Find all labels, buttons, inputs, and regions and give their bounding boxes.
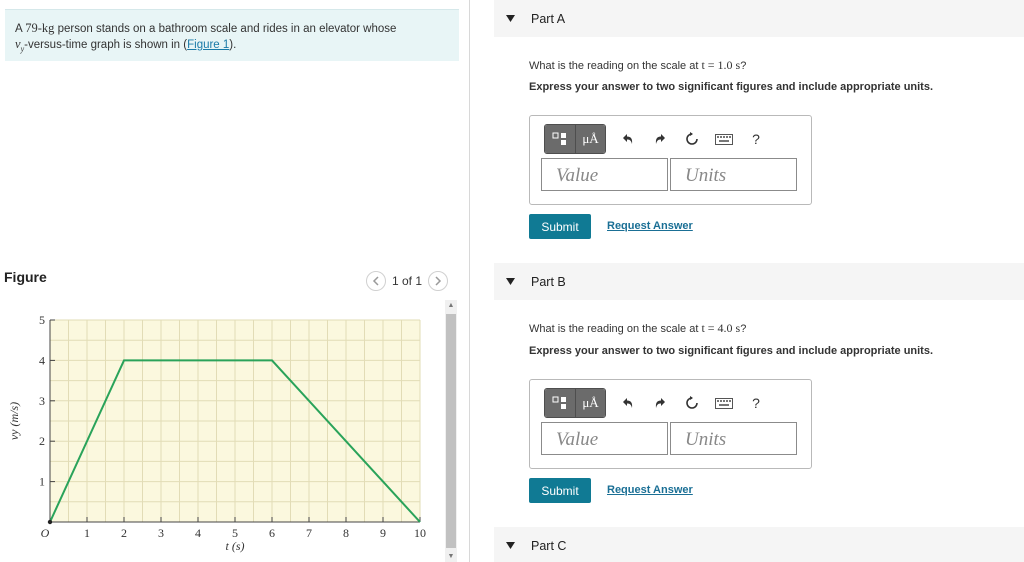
x-tick-label: 10	[414, 526, 426, 540]
part-a-title: Part A	[531, 11, 566, 26]
part-b-units-input[interactable]: Units	[670, 422, 797, 455]
y-tick-label: 3	[39, 394, 45, 408]
units-icon[interactable]: μÅ	[575, 389, 605, 417]
y-tick-label: 4	[39, 353, 45, 367]
part-a-question: What is the reading on the scale at t = …	[529, 58, 747, 72]
x-tick-label: 4	[195, 526, 201, 540]
y-tick-label: 2	[39, 434, 45, 448]
figure-link[interactable]: Figure 1	[187, 39, 229, 51]
part-b-toolbar: μÅ ?	[544, 388, 772, 418]
part-a-header[interactable]: Part A	[494, 0, 1024, 37]
chevron-left-icon[interactable]	[366, 271, 386, 291]
pager-text: 1 of 1	[392, 274, 423, 288]
grid	[49, 319, 421, 523]
part-b-answer-box: μÅ ? Value Units	[529, 379, 812, 469]
left-pane: A 79-kg person stands on a bathroom scal…	[0, 0, 470, 562]
part-b-header[interactable]: Part B	[494, 263, 1024, 300]
undo-icon[interactable]	[612, 125, 644, 153]
help-icon[interactable]: ?	[740, 125, 772, 153]
part-b-request-answer-link[interactable]: Request Answer	[607, 484, 693, 496]
figure-scrollbar[interactable]: ▲ ▼	[445, 300, 457, 562]
part-b-question: What is the reading on the scale at t = …	[529, 321, 747, 335]
caret-down-icon	[506, 15, 515, 22]
part-a-units-input[interactable]: Units	[670, 158, 797, 191]
part-a-submit-button[interactable]: Submit	[529, 214, 591, 239]
part-a-value-input[interactable]: Value	[541, 158, 668, 191]
redo-icon[interactable]	[644, 389, 676, 417]
x-tick-label: 8	[343, 526, 349, 540]
x-tick-label: 2	[121, 526, 127, 540]
part-a-toolbar: μÅ ?	[544, 124, 772, 154]
x-axis-label: t (s)	[226, 539, 245, 553]
reset-icon[interactable]	[676, 125, 708, 153]
templates-icon[interactable]	[545, 125, 575, 153]
part-b-submit-button[interactable]: Submit	[529, 478, 591, 503]
redo-icon[interactable]	[644, 125, 676, 153]
scroll-down-icon[interactable]: ▼	[445, 553, 457, 560]
help-icon[interactable]: ?	[740, 389, 772, 417]
problem-statement: A 79-kg person stands on a bathroom scal…	[5, 9, 459, 61]
part-c-header[interactable]: Part C	[494, 527, 1024, 562]
keyboard-icon[interactable]	[708, 125, 740, 153]
figure-pager: 1 of 1	[366, 270, 449, 292]
x-tick-label: 9	[380, 526, 386, 540]
mass-value: 79-kg	[25, 21, 55, 35]
x-tick-label: O	[41, 526, 50, 540]
y-axis-label: vy (m/s)	[7, 402, 21, 440]
undo-icon[interactable]	[612, 389, 644, 417]
part-c-title: Part C	[531, 538, 567, 553]
y-tick-label: 1	[39, 475, 45, 489]
caret-down-icon	[506, 542, 515, 549]
scroll-thumb[interactable]	[446, 314, 456, 548]
y-tick-label: 5	[39, 313, 45, 327]
part-b-value-input[interactable]: Value	[541, 422, 668, 455]
keyboard-icon[interactable]	[708, 389, 740, 417]
velocity-time-graph: O 1 2 3 4 5 6 7 8 9 10 1 2 3 4 5 t (s) vy (m/s)	[7, 313, 426, 553]
part-b-instruction: Express your answer to two significant f…	[529, 345, 934, 357]
part-a-request-answer-link[interactable]: Request Answer	[607, 220, 693, 232]
units-icon[interactable]: μÅ	[575, 125, 605, 153]
scroll-up-icon[interactable]: ▲	[445, 302, 457, 309]
part-a-answer-box: μÅ ? Value Units	[529, 115, 812, 205]
x-tick-label: 7	[306, 526, 312, 540]
part-a-instruction: Express your answer to two significant f…	[529, 81, 934, 93]
x-tick-label: 3	[158, 526, 164, 540]
templates-icon[interactable]	[545, 389, 575, 417]
figure-title: Figure	[4, 269, 47, 285]
part-b-title: Part B	[531, 274, 566, 289]
reset-icon[interactable]	[676, 389, 708, 417]
x-tick-label: 1	[84, 526, 90, 540]
origin-point	[47, 519, 53, 525]
x-tick-label: 5	[232, 526, 238, 540]
x-tick-label: 6	[269, 526, 275, 540]
chevron-right-icon[interactable]	[428, 271, 449, 291]
caret-down-icon	[506, 278, 515, 285]
